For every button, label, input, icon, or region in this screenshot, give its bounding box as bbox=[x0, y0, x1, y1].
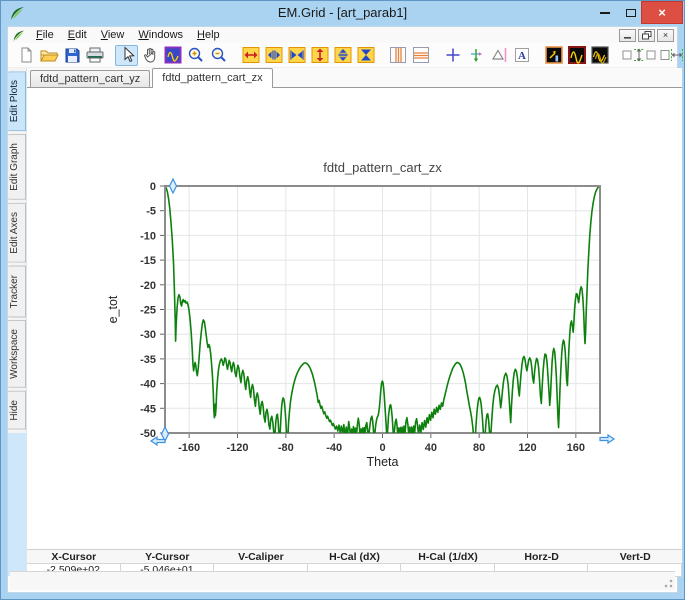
document-tab-bar: fdtd_pattern_cart_yzfdtd_pattern_cart_zx bbox=[27, 68, 682, 88]
side-tab-edit-graph[interactable]: Edit Graph bbox=[8, 134, 26, 200]
svg-text:-50: -50 bbox=[140, 428, 156, 440]
mdi-minimize-button[interactable] bbox=[619, 29, 636, 42]
open-file-button[interactable] bbox=[37, 45, 60, 66]
mdi-restore-button[interactable] bbox=[638, 29, 655, 42]
new-document-button[interactable] bbox=[14, 45, 37, 66]
expand-vertical-button[interactable] bbox=[331, 45, 354, 66]
side-tab-workspace[interactable]: Workspace bbox=[8, 320, 26, 388]
compress-horizontal-button[interactable] bbox=[285, 45, 308, 66]
side-tab-filler bbox=[8, 433, 26, 576]
menu-items: FileEditViewWindowsHelp bbox=[29, 29, 227, 41]
status-label-h-cal-1-dx-: H-Cal (1/dX) bbox=[401, 550, 495, 563]
document-tab-fdtd_pattern_cart_yz[interactable]: fdtd_pattern_cart_yz bbox=[30, 70, 150, 87]
side-tab-tracker[interactable]: Tracker bbox=[8, 266, 26, 318]
delta-marker-button[interactable] bbox=[487, 45, 510, 66]
status-label-y-cursor: Y-Cursor bbox=[121, 550, 215, 563]
pan-hand-button[interactable] bbox=[138, 45, 161, 66]
svg-text:-45: -45 bbox=[140, 403, 156, 415]
curve-dark-button[interactable] bbox=[565, 45, 588, 66]
svg-text:160: 160 bbox=[567, 442, 585, 454]
menu-item-view[interactable]: View bbox=[94, 29, 132, 41]
status-label-horz-d: Horz-D bbox=[495, 550, 589, 563]
menu-item-windows[interactable]: Windows bbox=[131, 29, 190, 41]
crosshair-button[interactable] bbox=[441, 45, 464, 66]
app-status-bar bbox=[10, 571, 675, 590]
status-label-v-caliper: V-Caliper bbox=[214, 550, 308, 563]
svg-text:0: 0 bbox=[150, 181, 156, 193]
vertical-spacing-button[interactable] bbox=[620, 45, 658, 66]
svg-text:120: 120 bbox=[518, 442, 536, 454]
title-bar: EM.Grid - [art_parab1] × bbox=[1, 1, 684, 26]
select-cursor-button[interactable] bbox=[115, 45, 138, 66]
axes-marker-button[interactable] bbox=[464, 45, 487, 66]
svg-text:-80: -80 bbox=[278, 442, 294, 454]
zoom-out-button[interactable] bbox=[207, 45, 230, 66]
toolbar: ALayout▾ bbox=[8, 43, 677, 68]
zoom-in-button[interactable] bbox=[184, 45, 207, 66]
document-tab-fdtd_pattern_cart_zx[interactable]: fdtd_pattern_cart_zx bbox=[152, 68, 272, 88]
zoom-box-button[interactable] bbox=[161, 45, 184, 66]
status-label-x-cursor: X-Cursor bbox=[27, 550, 121, 563]
expand-horizontal-button[interactable] bbox=[262, 45, 285, 66]
print-button[interactable] bbox=[83, 45, 106, 66]
cursor-arrow-right bbox=[600, 435, 614, 443]
menu-bar: FileEditViewWindowsHelp × bbox=[8, 27, 677, 43]
save-file-button[interactable] bbox=[60, 45, 83, 66]
window-title: EM.Grid - [art_parab1] bbox=[1, 5, 684, 20]
side-tab-edit-plots[interactable]: Edit Plots bbox=[8, 71, 26, 131]
app-window: EM.Grid - [art_parab1] × FileEditViewWin… bbox=[0, 0, 685, 600]
svg-text:-120: -120 bbox=[226, 442, 248, 454]
vertical-grid-button[interactable] bbox=[386, 45, 409, 66]
mdi-close-button[interactable]: × bbox=[657, 29, 674, 42]
marker-dark-button[interactable] bbox=[542, 45, 565, 66]
svg-text:-160: -160 bbox=[178, 442, 200, 454]
svg-text:-40: -40 bbox=[326, 442, 342, 454]
svg-text:-15: -15 bbox=[140, 255, 156, 267]
status-label-h-cal-dx-: H-Cal (dX) bbox=[308, 550, 402, 563]
curves-dark-button[interactable] bbox=[588, 45, 611, 66]
y-axis-label: e_tot bbox=[106, 295, 120, 323]
client-area: FileEditViewWindowsHelp × ALayout▾ Edit … bbox=[7, 26, 678, 593]
resize-grip[interactable] bbox=[661, 576, 673, 588]
document-logo-icon bbox=[12, 29, 25, 42]
plot-panel[interactable]: -160 -120 -80 -40 0 40 80 120 160 0 -5 -10 -15 -20 -25… bbox=[27, 88, 682, 549]
document-area: fdtd_pattern_cart_yzfdtd_pattern_cart_zx… bbox=[26, 68, 682, 576]
svg-text:-25: -25 bbox=[140, 305, 156, 317]
side-tab-edit-axes[interactable]: Edit Axes bbox=[8, 203, 26, 263]
side-tab-hide[interactable]: Hide bbox=[8, 391, 26, 430]
main-content: Edit Plots Edit Graph Edit Axes Tracker Work… bbox=[8, 68, 677, 576]
close-button[interactable]: × bbox=[641, 1, 683, 24]
menu-item-help[interactable]: Help bbox=[190, 29, 227, 41]
svg-text:80: 80 bbox=[473, 442, 485, 454]
chart-title: fdtd_pattern_cart_zx bbox=[323, 160, 442, 175]
svg-text:0: 0 bbox=[379, 442, 385, 454]
svg-text:40: 40 bbox=[425, 442, 437, 454]
svg-text:A: A bbox=[518, 50, 526, 62]
chart[interactable]: -160 -120 -80 -40 0 40 80 120 160 0 -5 -10 -15 -20 -25… bbox=[27, 88, 682, 549]
text-annotation-button[interactable]: A bbox=[510, 45, 533, 66]
horizontal-spacing-button[interactable] bbox=[658, 45, 685, 66]
svg-text:-20: -20 bbox=[140, 280, 156, 292]
stretch-horizontal-button[interactable] bbox=[239, 45, 262, 66]
stretch-vertical-button[interactable] bbox=[308, 45, 331, 66]
compress-vertical-button[interactable] bbox=[354, 45, 377, 66]
svg-text:-40: -40 bbox=[140, 379, 156, 391]
menu-item-file[interactable]: File bbox=[29, 29, 61, 41]
status-label-vert-d: Vert-D bbox=[588, 550, 682, 563]
svg-text:-35: -35 bbox=[140, 354, 156, 366]
svg-text:-10: -10 bbox=[140, 230, 156, 242]
horizontal-grid-button[interactable] bbox=[409, 45, 432, 66]
svg-text:-5: -5 bbox=[146, 206, 156, 218]
mdi-window-buttons: × bbox=[619, 29, 677, 42]
side-tab-strip: Edit Plots Edit Graph Edit Axes Tracker Work… bbox=[8, 68, 26, 576]
menu-item-edit[interactable]: Edit bbox=[61, 29, 94, 41]
svg-text:-30: -30 bbox=[140, 329, 156, 341]
x-axis-label: Theta bbox=[367, 455, 399, 469]
